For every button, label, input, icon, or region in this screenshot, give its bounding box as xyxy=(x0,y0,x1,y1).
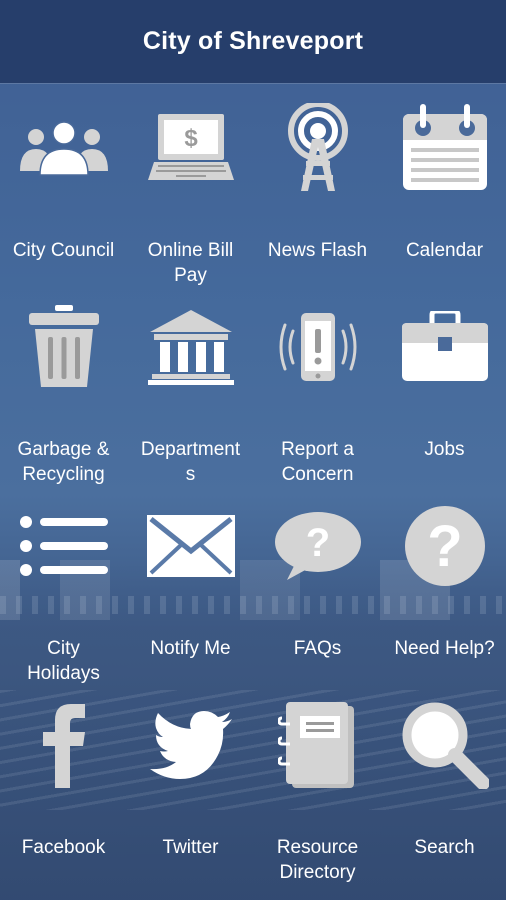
tile-jobs[interactable]: Jobs xyxy=(381,297,506,497)
tile-notify-me[interactable]: Notify Me xyxy=(127,496,254,696)
tile-label: Need Help? xyxy=(394,638,495,659)
tile-label: Search xyxy=(414,837,475,858)
tile-facebook[interactable]: Facebook xyxy=(0,695,127,895)
tile-label: Report a Concern xyxy=(281,439,354,485)
tile-label: Resource Directory xyxy=(276,837,359,883)
tile-label: City Council xyxy=(12,240,115,261)
magnifier-icon xyxy=(381,695,506,795)
government-building-icon xyxy=(127,297,254,397)
facebook-icon xyxy=(0,695,127,795)
page-title: City of Shreveport xyxy=(142,27,364,55)
tile-city-council[interactable]: City Council xyxy=(0,98,127,298)
broadcast-tower-icon xyxy=(254,98,381,198)
tile-label: Calendar xyxy=(405,240,484,261)
tile-garbage-recycling[interactable]: Garbage & Recycling xyxy=(0,297,127,497)
people-icon xyxy=(0,98,127,198)
tile-label: Twitter xyxy=(162,837,219,858)
tile-twitter[interactable]: Twitter xyxy=(127,695,254,895)
tile-label: News Flash xyxy=(267,240,368,261)
tile-faqs[interactable]: ? FAQs xyxy=(254,496,381,696)
tile-news-flash[interactable]: News Flash xyxy=(254,98,381,298)
laptop-dollar-icon: $ xyxy=(127,98,254,198)
svg-text:$: $ xyxy=(184,125,198,152)
tile-label: Department s xyxy=(140,439,241,485)
svg-text:?: ? xyxy=(305,521,329,565)
list-icon xyxy=(0,496,127,596)
question-bubble-icon: ? xyxy=(254,496,381,596)
svg-text:?: ? xyxy=(427,514,462,579)
trash-can-icon xyxy=(0,297,127,397)
tile-label: Jobs xyxy=(424,439,465,460)
notebook-icon xyxy=(254,695,381,795)
tile-online-bill-pay[interactable]: $ Online Bill Pay xyxy=(127,98,254,298)
tile-label: Garbage & Recycling xyxy=(17,439,110,485)
tile-label: Online Bill Pay xyxy=(147,240,234,286)
tile-calendar[interactable]: Calendar xyxy=(381,98,506,298)
envelope-icon xyxy=(127,496,254,596)
tile-city-holidays[interactable]: City Holidays xyxy=(0,496,127,696)
calendar-icon xyxy=(381,98,506,198)
tile-label: FAQs xyxy=(293,638,342,659)
tile-label: Facebook xyxy=(21,837,106,858)
help-circle-icon: ? xyxy=(381,496,506,596)
vibrating-phone-alert-icon xyxy=(254,297,381,397)
tile-label: City Holidays xyxy=(27,638,100,684)
tile-search[interactable]: Search xyxy=(381,695,506,895)
tile-need-help[interactable]: ? Need Help? xyxy=(381,496,506,696)
tile-departments[interactable]: Department s xyxy=(127,297,254,497)
app-header: City of Shreveport xyxy=(0,0,506,84)
briefcase-icon xyxy=(381,297,506,397)
tile-report-concern[interactable]: Report a Concern xyxy=(254,297,381,497)
tile-label: Notify Me xyxy=(150,638,231,659)
twitter-bird-icon xyxy=(127,695,254,795)
tile-resource-directory[interactable]: Resource Directory xyxy=(254,695,381,895)
